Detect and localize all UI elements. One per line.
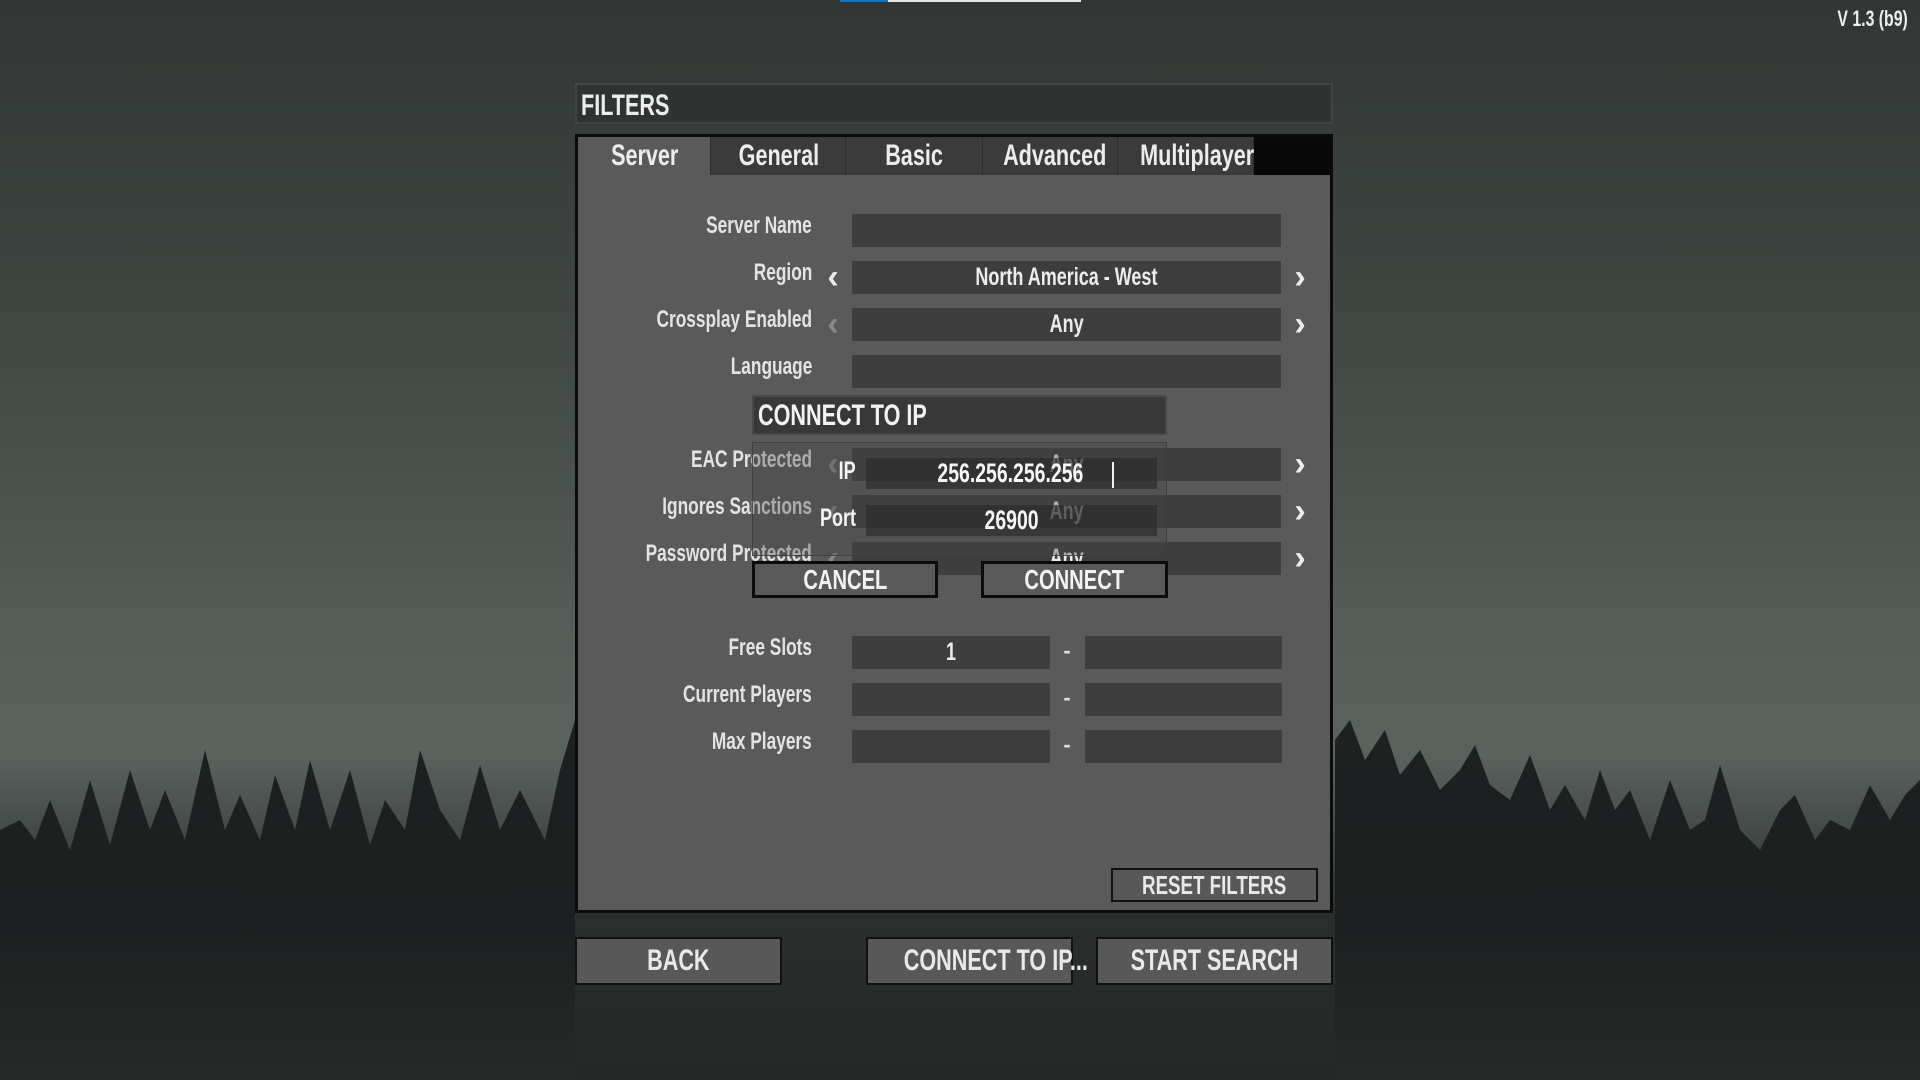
server-name-input[interactable] — [852, 214, 1281, 247]
region-prev-chevron-left-icon[interactable]: ‹ — [822, 260, 844, 294]
free-slots-label: Free Slots — [728, 634, 812, 661]
region-selector[interactable]: North America - West — [852, 261, 1281, 294]
loading-progress-bar — [840, 0, 1081, 2]
max-players-label: Max Players — [712, 728, 812, 755]
eac-next-chevron-right-icon[interactable]: › — [1289, 447, 1311, 481]
ip-input[interactable]: 256.256.256.256 — [866, 458, 1157, 489]
region-next-chevron-right-icon[interactable]: › — [1289, 260, 1311, 294]
filter-tabs: Server General Basic Advanced Multiplaye… — [578, 137, 1330, 175]
max-players-max-input[interactable] — [1085, 730, 1282, 763]
current-players-max-input[interactable] — [1085, 683, 1282, 716]
range-separator: - — [1063, 685, 1071, 710]
crossplay-prev-chevron-left-icon[interactable]: ‹ — [822, 307, 844, 341]
port-label: Port — [820, 504, 856, 532]
reset-filters-button[interactable]: RESET FILTERS — [1111, 868, 1318, 902]
tab-server[interactable]: Server — [578, 137, 711, 175]
back-button[interactable]: BACK — [575, 937, 782, 985]
connect-dialog-header: CONNECT TO IP — [752, 395, 1167, 435]
tab-multiplayer[interactable]: Multiplayer — [1118, 137, 1254, 175]
tab-general[interactable]: General — [711, 137, 846, 175]
filters-title: FILTERS — [581, 89, 670, 122]
range-separator: - — [1063, 638, 1071, 663]
version-label: V 1.3 (b9) — [1837, 6, 1908, 31]
ip-label: IP — [838, 457, 856, 485]
dialog-cancel-button[interactable]: CANCEL — [752, 561, 938, 598]
tab-advanced[interactable]: Advanced — [983, 137, 1118, 175]
free-slots-min-input[interactable]: 1 — [852, 636, 1050, 669]
start-search-button[interactable]: START SEARCH — [1096, 937, 1333, 985]
crossplay-label: Crossplay Enabled — [656, 306, 812, 333]
max-players-min-input[interactable] — [852, 730, 1050, 763]
language-input[interactable] — [852, 355, 1281, 388]
current-players-label: Current Players — [683, 681, 812, 708]
text-caret — [1112, 461, 1115, 488]
current-players-min-input[interactable] — [852, 683, 1050, 716]
filters-header: FILTERS — [575, 83, 1333, 124]
port-input[interactable]: 26900 — [866, 505, 1157, 536]
connect-to-ip-button[interactable]: CONNECT TO IP... — [866, 937, 1088, 985]
crossplay-next-chevron-right-icon[interactable]: › — [1289, 307, 1311, 341]
password-next-chevron-right-icon[interactable]: › — [1289, 541, 1311, 575]
range-separator: - — [1063, 732, 1071, 757]
free-slots-max-input[interactable] — [1085, 636, 1282, 669]
server-name-label: Server Name — [706, 212, 812, 239]
loading-progress-fill — [840, 0, 889, 2]
crossplay-selector[interactable]: Any — [852, 308, 1281, 341]
connect-dialog-title: CONNECT TO IP — [758, 399, 927, 432]
tab-basic[interactable]: Basic — [846, 137, 983, 175]
language-label: Language — [730, 353, 812, 380]
dialog-connect-button[interactable]: CONNECT — [981, 561, 1168, 598]
region-label: Region — [753, 259, 812, 286]
sanctions-next-chevron-right-icon[interactable]: › — [1289, 494, 1311, 528]
